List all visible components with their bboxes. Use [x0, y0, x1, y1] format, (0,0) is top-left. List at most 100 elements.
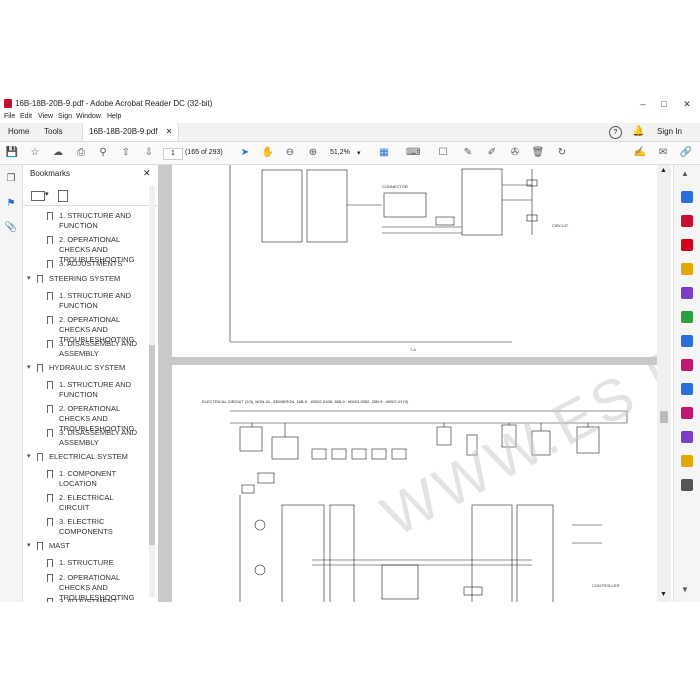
share-link-icon[interactable]: 🔗: [679, 146, 693, 160]
sign-pen-icon[interactable]: ✍: [633, 146, 647, 160]
tab-document[interactable]: 16B-18B-20B-9.pdf ✕: [82, 123, 180, 141]
collapse-pane-icon[interactable]: ▲: [681, 169, 691, 178]
scroll-up-arrow[interactable]: ▲: [660, 167, 667, 174]
stamp-icon[interactable]: ✇: [508, 146, 522, 160]
draw-pen-icon[interactable]: ✐: [485, 146, 499, 160]
delete-icon[interactable]: 🗑: [531, 146, 545, 160]
tab-home[interactable]: Home: [2, 123, 35, 141]
select-cursor-icon[interactable]: ➤: [238, 146, 252, 160]
tools-pane: ▲ ▼: [673, 165, 700, 602]
save-icon[interactable]: 💾: [5, 146, 19, 160]
zoom-level[interactable]: 51,2%: [330, 149, 350, 156]
tab-tools[interactable]: Tools: [38, 123, 69, 141]
bookmarks-icon[interactable]: ⚑: [4, 198, 18, 212]
minimize-button[interactable]: –: [636, 98, 650, 110]
hand-tool-icon[interactable]: ✋: [261, 146, 275, 160]
bookmarks-scroll-thumb[interactable]: [149, 345, 155, 545]
acrobat-window: 16B-18B-20B-9.pdf - Adobe Acrobat Reader…: [0, 96, 700, 602]
print-icon[interactable]: ⎙: [74, 146, 88, 160]
bookmark-flag-icon: [47, 236, 53, 244]
bookmark-flag-icon: [47, 429, 53, 437]
protect-icon[interactable]: [681, 383, 693, 395]
title-bar: 16B-18B-20B-9.pdf - Adobe Acrobat Reader…: [0, 96, 700, 111]
attachments-icon[interactable]: 📎: [4, 222, 18, 236]
bookmarks-scrollbar[interactable]: [149, 185, 155, 597]
bookmarks-panel: Bookmarks ✕ ▾ 1. STRUCTURE AND FUNCTION 2…: [23, 165, 159, 602]
bookmark-flag-icon: [37, 364, 43, 372]
collapse-chevron-icon[interactable]: ▾: [27, 541, 31, 551]
send-for-signature-icon[interactable]: [681, 407, 693, 419]
menu-help[interactable]: Help: [107, 113, 121, 120]
expand-pane-icon[interactable]: ▼: [681, 585, 691, 594]
bookmark-label: 1. STRUCTURE: [59, 558, 114, 567]
bookmark-options-icon[interactable]: [31, 191, 45, 201]
svg-text:CONNECTOR: CONNECTOR: [382, 184, 408, 189]
bookmark-flag-icon: [47, 316, 53, 324]
window-title: 16B-18B-20B-9.pdf - Adobe Acrobat Reader…: [15, 99, 213, 108]
tab-close-icon[interactable]: ✕: [166, 127, 173, 136]
close-button[interactable]: ✕: [680, 98, 694, 110]
collapse-chevron-icon[interactable]: ▾: [27, 452, 31, 462]
page-fit-icon[interactable]: ▦: [377, 146, 391, 160]
bookmark-flag-icon: [47, 470, 53, 478]
bookmark-flag-icon: [47, 559, 53, 567]
help-icon[interactable]: ?: [609, 126, 622, 139]
scroll-down-arrow[interactable]: ▼: [660, 591, 667, 598]
bookmark-label: 3. ELECTRIC COMPONENTS: [59, 517, 113, 536]
bookmark-label: 2. ELECTRICAL CIRCUIT: [59, 493, 114, 512]
close-bookmarks-icon[interactable]: ✕: [143, 168, 151, 179]
export-pdf-icon[interactable]: [681, 239, 693, 251]
search-icon[interactable]: ⚲: [96, 146, 110, 160]
bookmark-flag-icon: [47, 381, 53, 389]
organize-pages-icon[interactable]: [681, 311, 693, 323]
document-view[interactable]: CONNECTOR CIRCUIT 7-6 ELECTRICAL CIRCUIT…: [159, 165, 657, 602]
menu-edit[interactable]: Edit: [20, 113, 32, 120]
stamp-tool-icon[interactable]: [681, 455, 693, 467]
options-dropdown-icon[interactable]: ▾: [45, 190, 49, 198]
notifications-bell-icon[interactable]: 🔔: [632, 126, 644, 137]
fill-sign-icon[interactable]: [681, 359, 693, 371]
page-number-input[interactable]: 1: [163, 148, 183, 160]
zoom-out-icon[interactable]: ⊖: [283, 146, 297, 160]
svg-text:CONTROLLER: CONTROLLER: [592, 583, 619, 588]
collapse-chevron-icon[interactable]: ▾: [27, 363, 31, 373]
create-pdf-icon[interactable]: [681, 215, 693, 227]
bookmark-label: 1. COMPONENT LOCATION: [59, 469, 116, 488]
next-page-icon[interactable]: ⇩: [142, 146, 156, 160]
combine-files-icon[interactable]: [681, 287, 693, 299]
zoom-in-icon[interactable]: ⊕: [306, 146, 320, 160]
more-tools-icon[interactable]: [681, 479, 693, 491]
search-document-icon[interactable]: [681, 191, 693, 203]
maximize-button[interactable]: □: [657, 98, 671, 110]
bookmark-flag-icon: [47, 292, 53, 300]
zoom-dropdown-icon[interactable]: ▾: [357, 149, 361, 157]
bookmark-label: 1. STRUCTURE AND FUNCTION: [59, 291, 132, 310]
sign-in-link[interactable]: Sign In: [657, 127, 682, 136]
request-signature-icon[interactable]: [681, 431, 693, 443]
find-bookmark-icon[interactable]: [58, 190, 68, 202]
page-count: (165 of 293): [185, 149, 223, 156]
scroll-thumb[interactable]: [660, 411, 668, 423]
page-thumbnails-icon[interactable]: ❐: [4, 173, 18, 187]
bookmark-star-icon[interactable]: ☆: [28, 146, 42, 160]
bookmark-label: 1. STRUCTURE AND FUNCTION: [59, 380, 132, 399]
keyboard-icon[interactable]: ⌨: [406, 146, 420, 160]
menu-window[interactable]: Window: [76, 113, 101, 120]
bookmark-flag-icon: [37, 453, 43, 461]
bookmark-flag-icon: [47, 494, 53, 502]
comment-icon[interactable]: ☐: [436, 146, 450, 160]
email-icon[interactable]: ✉: [656, 146, 670, 160]
upload-cloud-icon[interactable]: ☁: [51, 146, 65, 160]
comment-tool-icon[interactable]: [681, 263, 693, 275]
collapse-chevron-icon[interactable]: ▾: [27, 274, 31, 284]
menu-view[interactable]: View: [38, 113, 53, 120]
menu-file[interactable]: File: [4, 113, 15, 120]
highlight-pen-icon[interactable]: ✎: [461, 146, 475, 160]
menu-sign[interactable]: Sign: [58, 113, 72, 120]
rotate-icon[interactable]: ↻: [555, 146, 569, 160]
previous-page-icon[interactable]: ⇧: [119, 146, 133, 160]
document-scrollbar[interactable]: ▲ ▼: [657, 165, 671, 602]
tab-document-label: 16B-18B-20B-9.pdf: [89, 127, 158, 136]
page-heading: ELECTRICAL CIRCUIT (2/3), NON-UL, SEMIKR…: [202, 399, 409, 404]
edit-pdf-icon[interactable]: [681, 335, 693, 347]
